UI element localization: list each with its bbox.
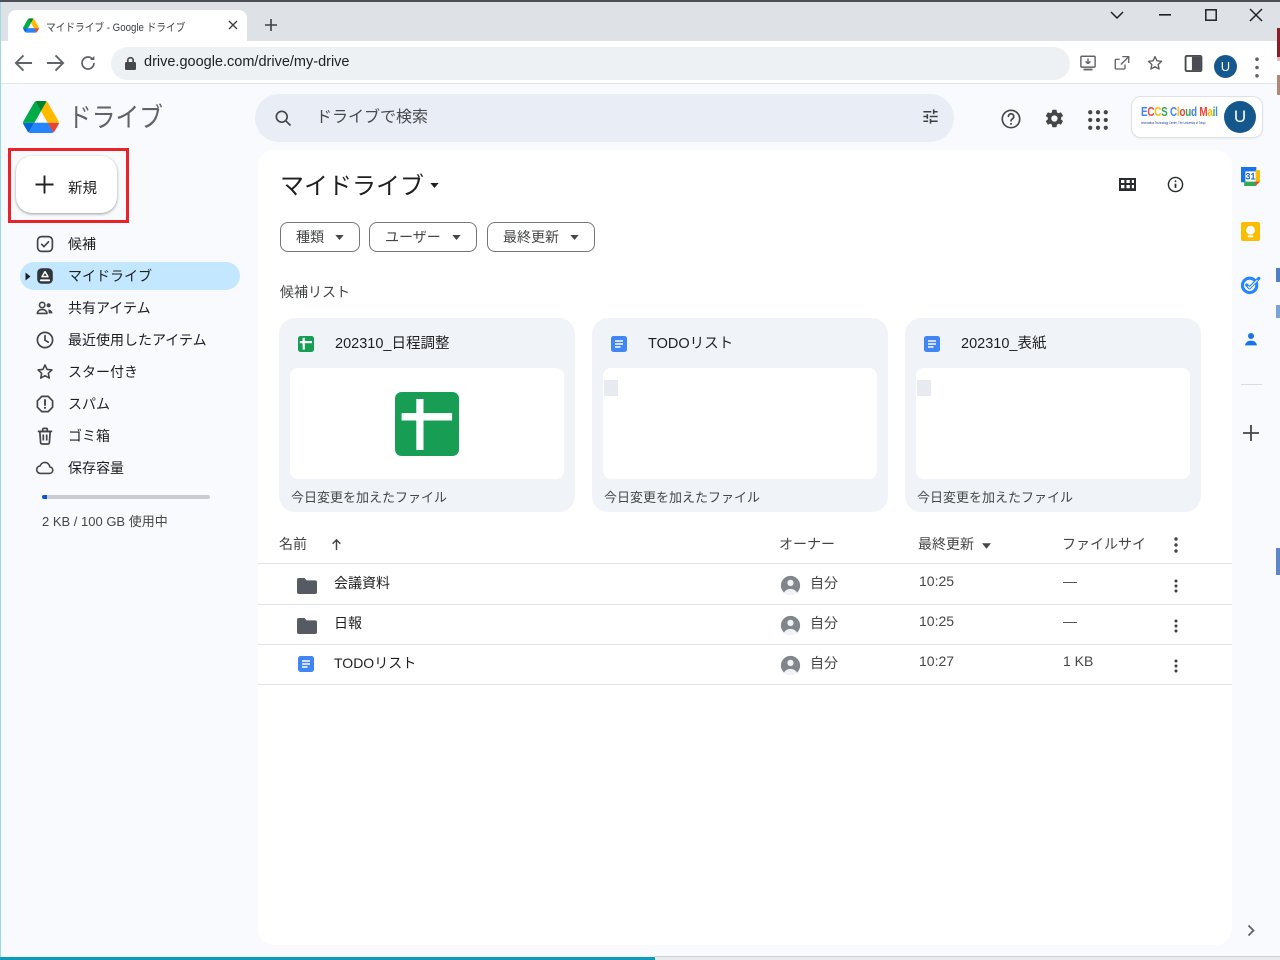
svg-text:31: 31 xyxy=(1246,172,1256,182)
